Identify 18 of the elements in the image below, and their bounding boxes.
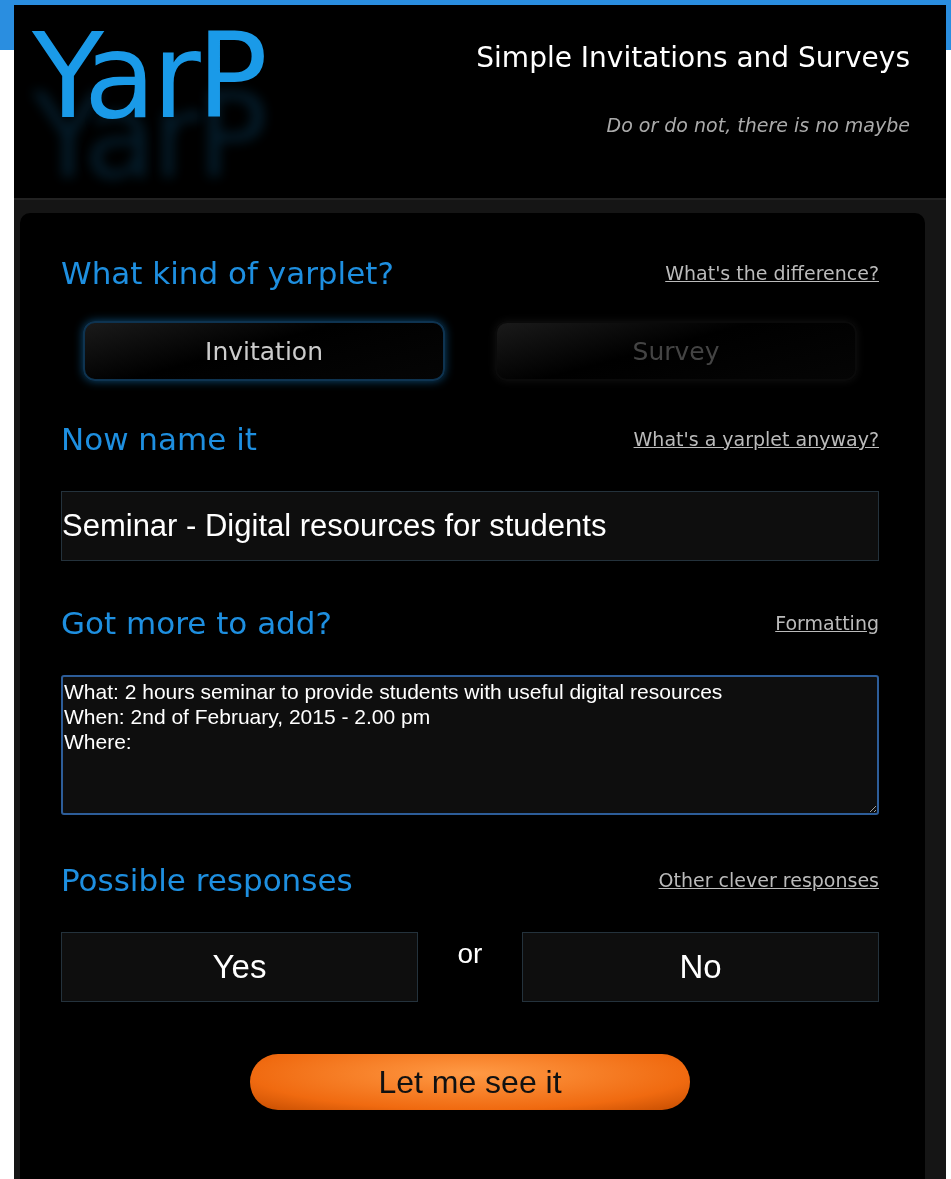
tagline: Do or do not, there is no maybe <box>606 114 910 136</box>
preview-button[interactable]: Let me see it <box>250 1054 690 1110</box>
help-link[interactable]: What's a yarplet anyway? <box>633 428 879 450</box>
section-heading: Now name it <box>61 421 257 457</box>
help-link[interactable]: Other clever responses <box>658 869 879 891</box>
response-field[interactable]: Yes <box>61 932 418 1002</box>
section-heading: Possible responses <box>61 862 353 898</box>
details-field[interactable]: What: 2 hours seminar to provide students with useful digital resources When: 2nd of February, 2015 - 2.00 pm Where: <box>61 675 879 815</box>
help-link[interactable]: What's the difference? <box>665 262 879 284</box>
logo[interactable]: YarP <box>14 5 264 137</box>
response-field[interactable]: No <box>522 932 879 1002</box>
site-title: Simple Invitations and Surveys <box>476 41 910 74</box>
type-toggle[interactable]: Invitation <box>83 321 445 381</box>
name-field[interactable]: Seminar - Digital resources for students <box>61 491 879 561</box>
section-heading: What kind of yarplet? <box>61 255 394 291</box>
or-label: or <box>457 938 483 970</box>
section-heading: Got more to add? <box>61 605 332 641</box>
formatting-link[interactable]: Formatting <box>775 612 879 634</box>
